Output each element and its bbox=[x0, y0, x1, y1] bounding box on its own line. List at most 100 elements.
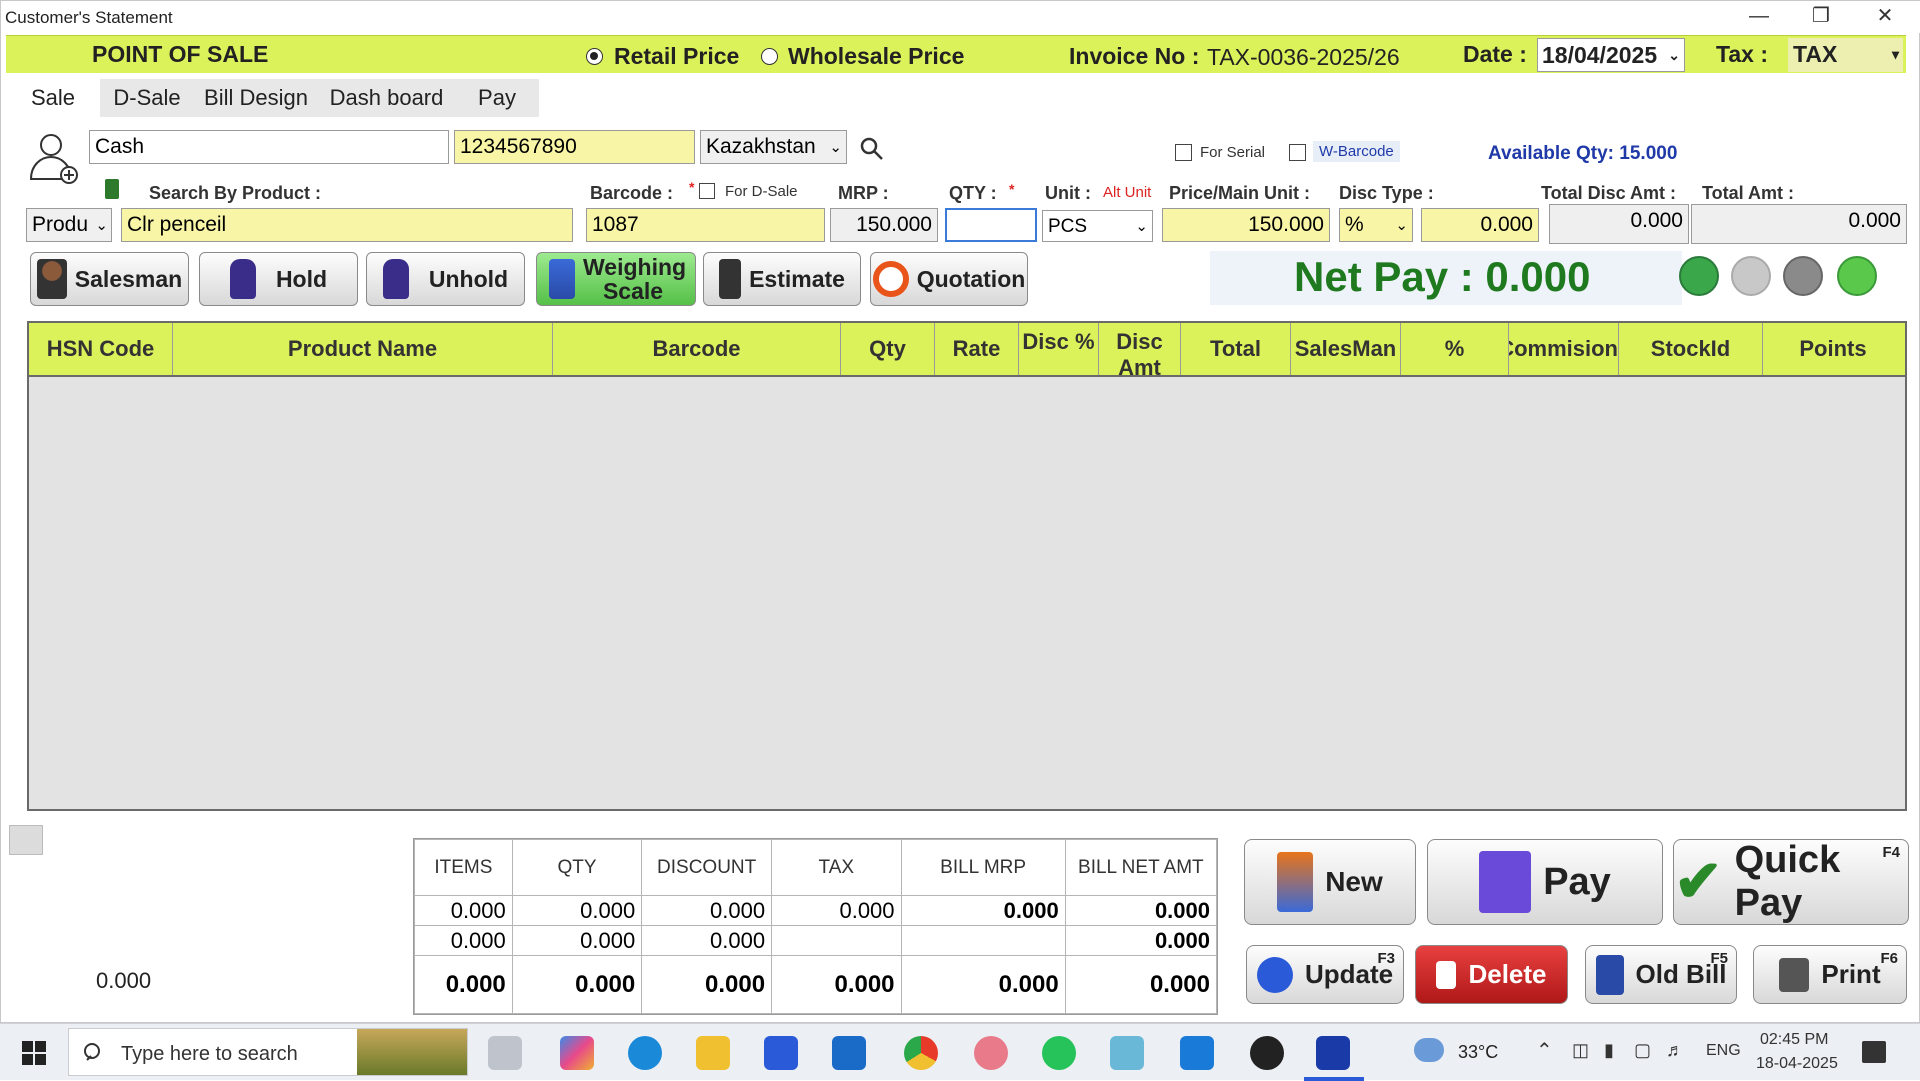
recorder-icon[interactable] bbox=[1250, 1036, 1284, 1070]
col-barcode[interactable]: Barcode bbox=[553, 323, 841, 375]
task-view-icon[interactable] bbox=[488, 1036, 522, 1070]
delete-button[interactable]: Delete bbox=[1415, 945, 1568, 1004]
customer-name-input[interactable]: Cash bbox=[89, 130, 449, 164]
tab-d-sale[interactable]: D-Sale bbox=[100, 79, 194, 117]
for-d-sale-checkbox[interactable] bbox=[699, 183, 715, 199]
barcode-input[interactable]: 1087 bbox=[586, 208, 825, 242]
alt-unit-label[interactable]: Alt Unit bbox=[1103, 184, 1151, 201]
tax-select[interactable]: TAX ▾ bbox=[1788, 38, 1903, 72]
col-commision[interactable]: Commision bbox=[1509, 323, 1619, 375]
edge-icon[interactable] bbox=[628, 1036, 662, 1070]
app-icon[interactable] bbox=[1110, 1036, 1144, 1070]
snipping-tool-icon[interactable] bbox=[974, 1036, 1008, 1070]
summary-cell: 0.000 bbox=[641, 925, 773, 956]
print-button[interactable]: Print F6 bbox=[1753, 945, 1907, 1004]
volume-icon[interactable]: ♬ bbox=[1666, 1040, 1684, 1061]
search-mode-select[interactable]: Produ ⌄ bbox=[26, 208, 112, 242]
summary-cell: 0.000 bbox=[511, 925, 643, 956]
restore-button[interactable]: ❐ bbox=[1793, 1, 1849, 33]
copilot-icon[interactable] bbox=[560, 1036, 594, 1070]
remove-icon[interactable] bbox=[1731, 256, 1771, 296]
minimize-button[interactable]: — bbox=[1731, 1, 1787, 33]
new-button[interactable]: New bbox=[1244, 839, 1416, 925]
whatsapp-icon[interactable] bbox=[1042, 1036, 1076, 1070]
store-icon[interactable] bbox=[764, 1036, 798, 1070]
search-icon bbox=[84, 1043, 100, 1061]
customer-phone-input[interactable]: 1234567890 bbox=[454, 130, 695, 164]
qty-input[interactable] bbox=[945, 208, 1037, 242]
network-icon[interactable]: ◫ bbox=[1572, 1040, 1589, 1061]
salesman-button[interactable]: Salesman bbox=[30, 252, 189, 306]
outlook-icon[interactable] bbox=[832, 1036, 866, 1070]
col-stock-id[interactable]: StockId bbox=[1619, 323, 1763, 375]
unit-select[interactable]: PCS ⌄ bbox=[1042, 210, 1153, 242]
tab-sale[interactable]: Sale bbox=[6, 79, 100, 117]
pay-button[interactable]: Pay bbox=[1427, 839, 1663, 925]
weather-icon[interactable] bbox=[1414, 1038, 1444, 1062]
notifications-icon[interactable] bbox=[1862, 1041, 1886, 1063]
price-main-unit-input[interactable]: 150.000 bbox=[1162, 208, 1330, 242]
clock-date[interactable]: 18-04-2025 bbox=[1756, 1055, 1838, 1073]
col-percent[interactable]: % bbox=[1401, 323, 1509, 375]
update-button[interactable]: Update F3 bbox=[1246, 945, 1404, 1004]
add-icon[interactable] bbox=[1837, 256, 1877, 296]
tab-bill-design[interactable]: Bill Design bbox=[194, 79, 318, 117]
clock-time[interactable]: 02:45 PM bbox=[1760, 1031, 1828, 1049]
pos-app-icon[interactable] bbox=[1316, 1036, 1350, 1070]
language-indicator[interactable]: ENG bbox=[1706, 1042, 1741, 1060]
col-disc-percent[interactable]: Disc % bbox=[1019, 323, 1099, 375]
disc-value-input[interactable]: 0.000 bbox=[1421, 208, 1539, 242]
col-product-name[interactable]: Product Name bbox=[173, 323, 553, 375]
qty-required-mark: * bbox=[1009, 181, 1015, 197]
items-grid-body[interactable] bbox=[27, 377, 1907, 811]
refresh-icon[interactable] bbox=[1679, 256, 1719, 296]
summary-cell: 0.000 bbox=[1064, 955, 1218, 1014]
wholesale-price-radio[interactable] bbox=[761, 48, 778, 65]
taskbar-search-box[interactable]: Type here to search bbox=[68, 1028, 468, 1076]
remote-app-icon[interactable] bbox=[1180, 1036, 1214, 1070]
w-barcode-checkbox[interactable] bbox=[1289, 144, 1306, 161]
col-disc-amt[interactable]: Disc Amt bbox=[1099, 323, 1181, 375]
product-search-input[interactable]: Clr penceil bbox=[121, 208, 573, 242]
summary-header-tax: TAX bbox=[771, 839, 902, 896]
summary-cell: 0.000 bbox=[900, 895, 1066, 926]
tab-dash-board[interactable]: Dash board bbox=[318, 79, 455, 117]
for-serial-checkbox[interactable] bbox=[1175, 144, 1192, 161]
hold-button[interactable]: Hold bbox=[199, 252, 358, 306]
close-button[interactable]: ✕ bbox=[1857, 1, 1913, 33]
display-icon[interactable]: ▢ bbox=[1634, 1040, 1651, 1061]
quick-pay-button[interactable]: ✔ Quick Pay F4 bbox=[1673, 839, 1909, 925]
col-salesman[interactable]: SalesMan bbox=[1291, 323, 1401, 375]
col-qty[interactable]: Qty bbox=[841, 323, 935, 375]
windows-start-icon[interactable] bbox=[22, 1041, 46, 1065]
col-rate[interactable]: Rate bbox=[935, 323, 1019, 375]
mrp-input[interactable]: 150.000 bbox=[830, 208, 938, 242]
search-icon[interactable] bbox=[859, 136, 885, 162]
scale-icon bbox=[549, 259, 575, 299]
net-pay-panel: Net Pay : 0.000 bbox=[1210, 251, 1682, 305]
retail-price-radio[interactable] bbox=[586, 48, 603, 65]
quotation-button[interactable]: Quotation bbox=[870, 252, 1028, 306]
calculator-icon bbox=[719, 259, 742, 299]
update-icon bbox=[1256, 956, 1293, 993]
disc-type-select[interactable]: % ⌄ bbox=[1339, 208, 1413, 242]
file-explorer-icon[interactable] bbox=[696, 1036, 730, 1070]
edit-icon[interactable] bbox=[1783, 256, 1823, 296]
date-picker[interactable]: 18/04/2025 ⌄ bbox=[1537, 38, 1685, 72]
microphone-icon[interactable]: ▮ bbox=[1604, 1040, 1614, 1061]
unhold-button[interactable]: Unhold bbox=[366, 252, 525, 306]
col-points[interactable]: Points bbox=[1763, 323, 1903, 375]
old-bill-button[interactable]: Old Bill F5 bbox=[1585, 945, 1737, 1004]
add-customer-icon[interactable] bbox=[27, 129, 79, 187]
lock-icon bbox=[229, 259, 256, 299]
estimate-button[interactable]: Estimate bbox=[703, 252, 861, 306]
tab-pay[interactable]: Pay bbox=[455, 79, 539, 117]
col-total[interactable]: Total bbox=[1181, 323, 1291, 375]
chevron-up-icon[interactable]: ⌃ bbox=[1536, 1038, 1553, 1063]
country-select[interactable]: Kazakhstan ⌄ bbox=[700, 130, 847, 164]
chrome-icon[interactable] bbox=[904, 1036, 938, 1070]
calculator-icon[interactable] bbox=[105, 179, 119, 199]
col-hsn-code[interactable]: HSN Code bbox=[29, 323, 173, 375]
taskbar: Type here to search 33°C ⌃ ◫ ▮ ▢ ♬ ENG 0… bbox=[0, 1023, 1920, 1081]
weighing-scale-button[interactable]: Weighing Scale bbox=[536, 252, 696, 306]
